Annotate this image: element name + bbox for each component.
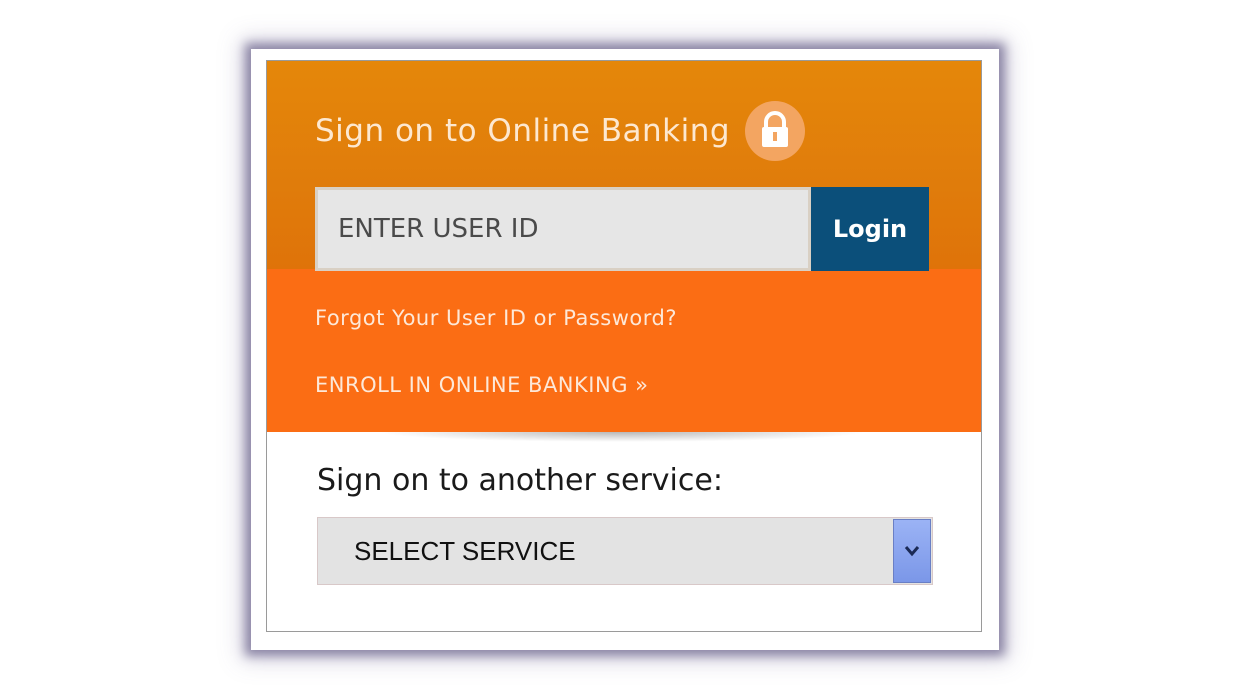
- login-button[interactable]: Login: [811, 187, 929, 271]
- signon-title: Sign on to Online Banking: [315, 113, 731, 149]
- section-shadow: [377, 432, 867, 442]
- links-section: [267, 269, 981, 432]
- lock-icon: [745, 101, 805, 161]
- login-panel: Sign on to Online Banking Login Forgot Y…: [266, 60, 982, 632]
- chevron-down-icon[interactable]: [893, 519, 931, 583]
- service-select[interactable]: SELECT SERVICE: [317, 517, 933, 585]
- enroll-link[interactable]: ENROLL IN ONLINE BANKING »: [315, 373, 649, 397]
- service-label: Sign on to another service:: [317, 463, 723, 498]
- service-select-value: SELECT SERVICE: [354, 536, 576, 566]
- user-id-input[interactable]: [315, 187, 811, 271]
- forgot-credentials-link[interactable]: Forgot Your User ID or Password?: [315, 306, 677, 330]
